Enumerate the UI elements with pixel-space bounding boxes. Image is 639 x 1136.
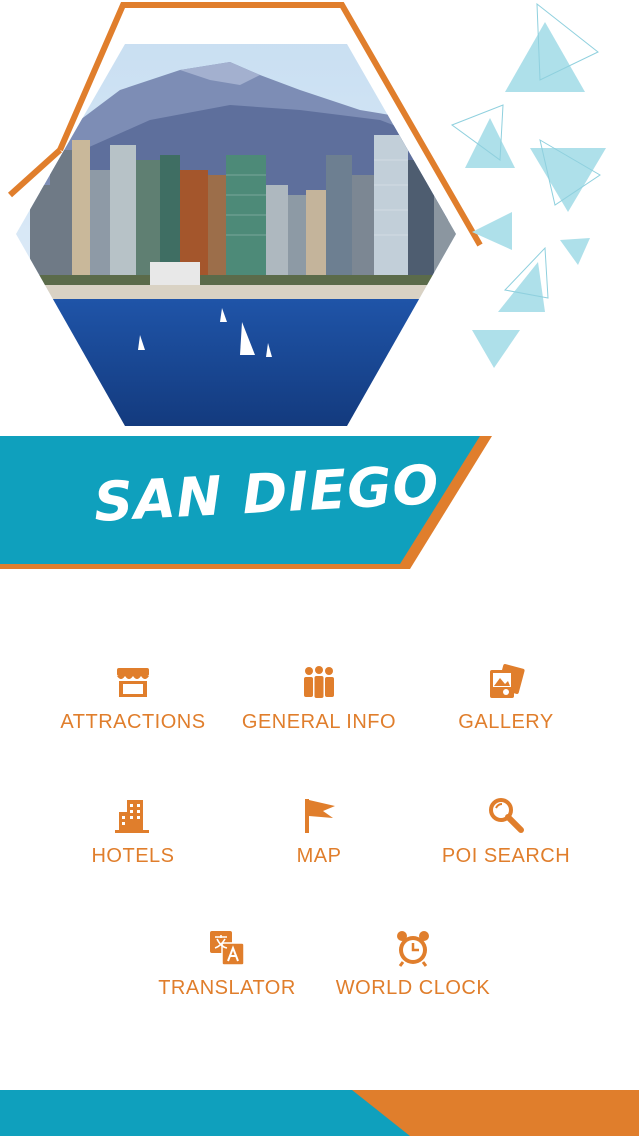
hero-section	[7, 1, 606, 426]
menu-map[interactable]: MAP	[219, 796, 419, 880]
menu-poi-search[interactable]: POI SEARCH	[406, 796, 606, 880]
photos-icon	[490, 664, 525, 698]
menu-gallery-label: GALLERY	[458, 711, 554, 733]
menu-general-info-label: GENERAL INFO	[241, 711, 397, 733]
menu-general-info[interactable]: GENERAL INFO	[219, 662, 419, 746]
translate-icon	[210, 931, 245, 966]
menu-world-clock-label: WORLD CLOCK	[335, 977, 491, 999]
people-icon	[304, 666, 334, 698]
footer-bar	[0, 1090, 639, 1136]
menu-attractions[interactable]: ATTRACTIONS	[33, 662, 233, 746]
menu-poi-search-label: POI SEARCH	[441, 845, 571, 867]
menu-hotels-label: HOTELS	[91, 845, 175, 867]
menu-attractions-label: ATTRACTIONS	[60, 711, 206, 733]
decor-triangles	[450, 2, 606, 368]
menu-world-clock[interactable]: WORLD CLOCK	[313, 928, 513, 1012]
menu-translator-label: TRANSLATOR	[158, 977, 296, 999]
menu-translator[interactable]: TRANSLATOR	[127, 928, 327, 1012]
magnifier-icon	[489, 798, 524, 833]
menu-map-label: MAP	[296, 845, 342, 867]
menu-gallery[interactable]: GALLERY	[406, 662, 606, 746]
menu-hotels[interactable]: HOTELS	[33, 796, 233, 880]
alarm-clock-icon	[397, 931, 429, 967]
building-icon	[115, 800, 149, 833]
storefront-icon	[117, 668, 149, 697]
flag-icon	[305, 799, 335, 833]
